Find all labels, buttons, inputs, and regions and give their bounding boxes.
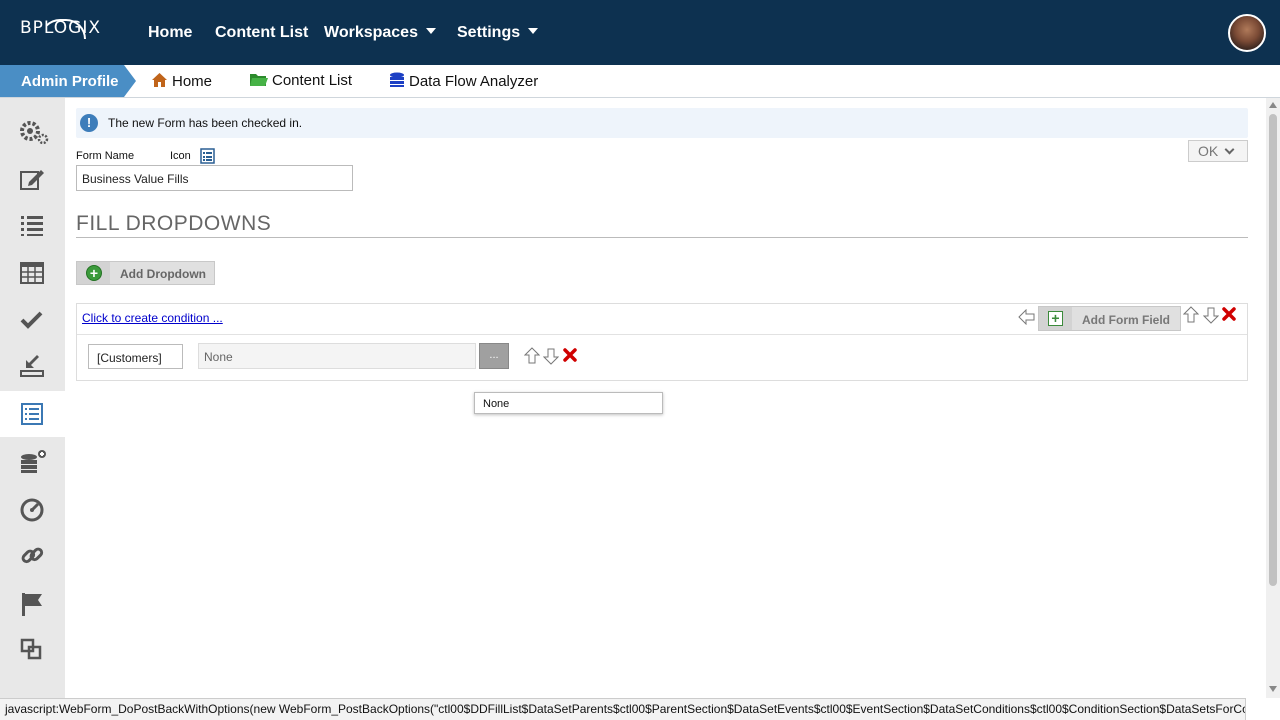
- sidebar-item-processes[interactable]: [0, 486, 65, 532]
- breadcrumb-data-flow-analyzer[interactable]: Data Flow Analyzer: [389, 72, 538, 90]
- sidebar-item-settings[interactable]: [0, 108, 65, 154]
- gauge-icon: [20, 498, 44, 522]
- app-logo[interactable]: BPLOGIX: [20, 18, 101, 38]
- breadcrumb: Admin Profile Home Content List Data Flo…: [0, 65, 1280, 98]
- gears-icon: [20, 121, 49, 145]
- section-title: FILL DROPDOWNS: [76, 212, 272, 235]
- create-condition-link[interactable]: Click to create condition ...: [82, 311, 223, 325]
- info-alert: ! The new Form has been checked in.: [76, 108, 1248, 138]
- copy-icon: [20, 638, 42, 660]
- top-nav-bar: BPLOGIX Home Content List Workspaces Set…: [0, 0, 1280, 65]
- arrow-down-icon[interactable]: [1203, 306, 1219, 324]
- sidebar-item-flags[interactable]: [0, 580, 65, 626]
- sidebar-item-import[interactable]: [0, 343, 65, 389]
- download-icon: [20, 355, 44, 377]
- sidebar-item-copy[interactable]: [0, 626, 65, 672]
- panel-divider: [77, 334, 1247, 335]
- user-avatar[interactable]: [1228, 14, 1266, 52]
- sidebar-item-datasources[interactable]: [0, 438, 65, 484]
- status-bar: javascript:WebForm_DoPostBackWithOptions…: [0, 698, 1246, 720]
- vertical-scrollbar[interactable]: [1266, 98, 1280, 698]
- chevron-down-icon: [425, 28, 436, 34]
- nav-content-list[interactable]: Content List: [215, 24, 308, 42]
- table-icon: [20, 262, 44, 284]
- nav-workspaces[interactable]: Workspaces: [324, 24, 436, 42]
- ok-button[interactable]: OK: [1188, 140, 1248, 162]
- sidebar: [0, 98, 66, 720]
- database-icon: [390, 72, 404, 87]
- sidebar-item-edit[interactable]: [0, 156, 65, 202]
- form-name-label: Form Name: [76, 150, 135, 162]
- alert-text: The new Form has been checked in.: [108, 116, 303, 130]
- breadcrumb-admin-profile[interactable]: Admin Profile: [0, 65, 136, 97]
- arrow-down-icon[interactable]: [543, 347, 559, 365]
- section-divider: [76, 237, 1248, 238]
- scroll-up-icon[interactable]: [1269, 102, 1277, 108]
- dataset-input[interactable]: None: [198, 343, 476, 369]
- browse-button[interactable]: ...: [479, 343, 509, 369]
- nav-home[interactable]: Home: [148, 24, 192, 42]
- add-dropdown-button[interactable]: + Add Dropdown: [76, 261, 215, 285]
- fill-dropdown-panel: Click to create condition ... + Add Form…: [76, 303, 1248, 381]
- edit-icon: [20, 170, 44, 190]
- form-name-input[interactable]: Business Value Fills: [76, 165, 353, 191]
- delete-icon[interactable]: [563, 348, 577, 362]
- scroll-down-icon[interactable]: [1269, 686, 1277, 692]
- delete-icon[interactable]: [1222, 307, 1236, 321]
- dropdown-option[interactable]: None: [474, 392, 663, 414]
- icon-label: Icon: [170, 150, 191, 162]
- check-icon: [20, 311, 43, 329]
- add-icon: +: [86, 265, 102, 281]
- add-form-field-button[interactable]: + Add Form Field: [1038, 306, 1181, 331]
- nav-settings[interactable]: Settings: [457, 24, 539, 42]
- form-icon: [21, 403, 43, 425]
- list-icon: [21, 216, 43, 236]
- info-icon: !: [80, 114, 98, 132]
- arrow-up-icon[interactable]: [524, 347, 540, 365]
- chevron-down-icon: [528, 28, 539, 34]
- home-icon: [152, 73, 167, 87]
- database-add-icon: [21, 450, 46, 473]
- add-icon: +: [1048, 311, 1063, 326]
- sidebar-item-forms[interactable]: [0, 391, 66, 437]
- sidebar-item-approvals[interactable]: [0, 297, 65, 343]
- arrow-left-icon[interactable]: [1018, 309, 1036, 325]
- breadcrumb-home[interactable]: Home: [151, 72, 212, 90]
- flag-icon: [22, 593, 42, 616]
- sidebar-item-links[interactable]: [0, 532, 65, 578]
- chevron-down-icon: [1224, 144, 1235, 155]
- link-icon: [21, 547, 44, 564]
- form-icon[interactable]: [200, 148, 215, 164]
- main-content: ! The new Form has been checked in. OK F…: [65, 98, 1266, 698]
- scrollbar-thumb[interactable]: [1269, 114, 1277, 586]
- sidebar-item-list[interactable]: [0, 202, 65, 248]
- breadcrumb-content-list[interactable]: Content List: [249, 72, 352, 89]
- field-input[interactable]: [Customers]: [88, 344, 183, 369]
- arrow-up-icon[interactable]: [1183, 306, 1199, 324]
- sidebar-item-table[interactable]: [0, 250, 65, 296]
- folder-icon: [250, 74, 268, 86]
